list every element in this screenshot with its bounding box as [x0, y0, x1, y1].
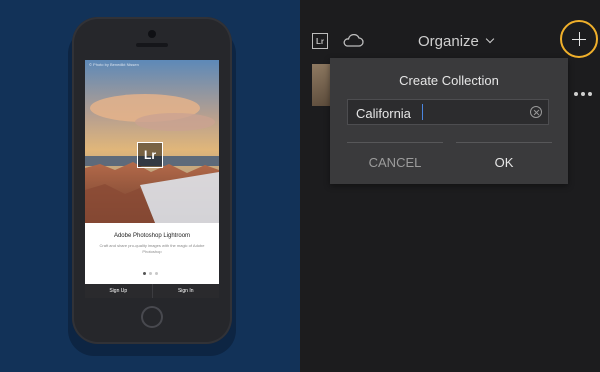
more-icon[interactable] [574, 92, 592, 96]
cancel-button[interactable]: CANCEL [347, 151, 443, 173]
cloud-icon[interactable] [342, 34, 364, 48]
lr-icon[interactable]: Lr [312, 33, 328, 49]
home-button[interactable] [141, 306, 163, 328]
phone-device: © Photo by Benedikt Nissen Lr Adobe Phot… [72, 17, 232, 344]
more-dot [574, 92, 578, 96]
dialog-title: Create Collection [399, 73, 499, 88]
more-dot [581, 92, 585, 96]
collection-name-value: California [356, 106, 411, 121]
page-indicator [143, 272, 158, 275]
page-dot [149, 272, 152, 275]
phone-promo-panel: © Photo by Benedikt Nissen Lr Adobe Phot… [0, 0, 300, 372]
sign-in-button[interactable]: Sign In [151, 284, 219, 298]
add-collection-button[interactable] [560, 20, 598, 58]
clear-icon[interactable] [530, 106, 542, 118]
create-collection-dialog: Create Collection California CANCEL OK [330, 58, 568, 184]
lightroom-logo: Lr [137, 142, 163, 168]
sign-up-button[interactable]: Sign Up [85, 284, 152, 298]
divider [456, 142, 552, 143]
app-title: Adobe Photoshop Lightroom [113, 233, 191, 239]
more-dot [588, 92, 592, 96]
divider [347, 142, 443, 143]
organize-panel: Lr Organize Create Collection California [300, 0, 600, 372]
text-cursor [422, 104, 423, 120]
chevron-down-icon [485, 34, 495, 44]
add-icon [578, 32, 580, 46]
page-dot [143, 272, 146, 275]
app-screenshot: © Photo by Benedikt Nissen Lr Adobe Phot… [0, 0, 600, 372]
page-dot [155, 272, 158, 275]
phone-screen: © Photo by Benedikt Nissen Lr Adobe Phot… [85, 60, 219, 298]
photo-credit: © Photo by Benedikt Nissen [89, 62, 139, 67]
speaker-icon [136, 43, 168, 47]
camera-icon [148, 30, 156, 38]
organize-dropdown[interactable]: Organize [418, 32, 495, 50]
organize-label: Organize [418, 32, 479, 50]
app-tagline: Craft and share pro-quality images with … [99, 243, 205, 254]
collection-name-input[interactable]: California [347, 99, 549, 125]
auth-buttons: Sign Up Sign In [85, 284, 219, 298]
ok-button[interactable]: OK [456, 151, 552, 173]
hero-image: © Photo by Benedikt Nissen Lr [85, 60, 219, 223]
